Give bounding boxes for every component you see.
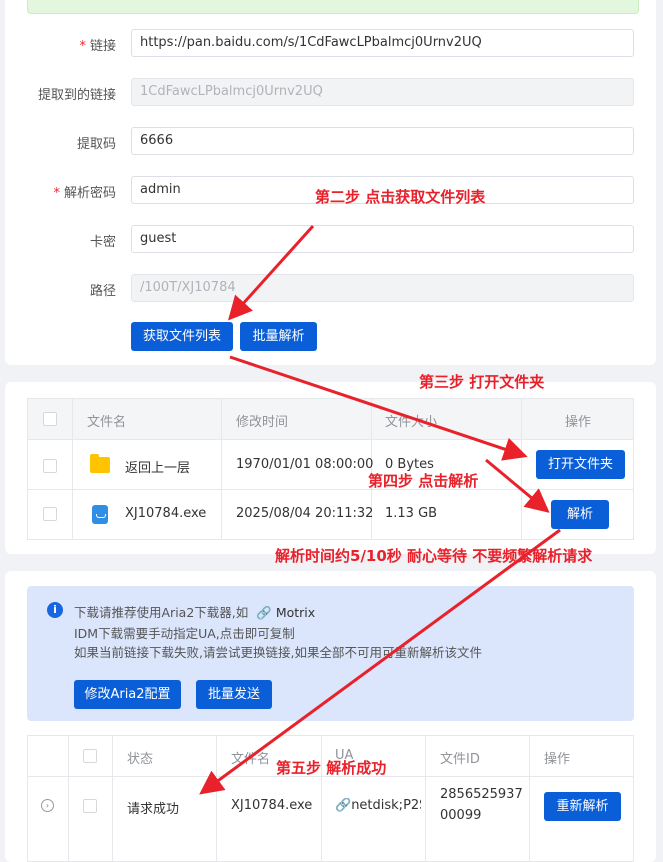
card-key-row: 卡密 guest — [5, 225, 656, 255]
result-file-name: XJ10784.exe — [231, 798, 313, 813]
file-table-header: 文件名 修改时间 文件大小 操作 — [28, 399, 633, 440]
download-info-box: i 下载请推荐使用Aria2下载器,如 🔗 Motrix IDM下载需要手动指定U… — [27, 586, 634, 721]
card-key-label: 卡密 — [89, 235, 116, 250]
file-modified: 1970/01/01 08:00:00 — [236, 457, 374, 472]
reparse-button[interactable]: 重新解析 — [544, 792, 621, 821]
file-name[interactable]: 返回上一层 — [125, 457, 190, 476]
aria2-config-button[interactable]: 修改Aria2配置 — [74, 680, 181, 709]
open-folder-button[interactable]: 打开文件夹 — [536, 450, 625, 479]
header-action: 操作 — [565, 415, 592, 430]
extracted-link-label: 提取到的链接 — [37, 88, 116, 103]
annotation-note: 解析时间约5/10秒 耐心等待 不要频繁解析请求 — [275, 547, 593, 565]
result-table: 状态 文件名 UA 文件ID 操作 › 请求成功 XJ10784.exe 🔗ne… — [27, 735, 634, 862]
annotation-step3: 第三步 打开文件夹 — [419, 373, 545, 391]
annotation-step2: 第二步 点击获取文件列表 — [315, 188, 486, 206]
get-file-list-button[interactable]: 获取文件列表 — [131, 322, 233, 351]
password-label: 解析密码 — [63, 186, 116, 201]
expand-row-icon[interactable]: › — [41, 799, 54, 812]
info-line-1: 下载请推荐使用Aria2下载器,如 — [74, 605, 249, 620]
result-file-id-line2: 00099 — [440, 808, 482, 823]
parse-button[interactable]: 解析 — [551, 500, 609, 529]
file-icon — [92, 505, 108, 524]
link-icon: 🔗 — [256, 605, 272, 620]
code-label: 提取码 — [76, 137, 116, 152]
code-row: 提取码 6666 — [5, 127, 656, 157]
file-modified: 2025/08/04 20:11:32 — [236, 506, 374, 521]
file-list-card: 文件名 修改时间 文件大小 操作 返回上一层 1970/01/01 08:00:… — [5, 382, 656, 554]
row-checkbox[interactable] — [43, 459, 57, 473]
row-checkbox[interactable] — [43, 507, 57, 521]
result-file-id-line1: 2856525937 — [440, 787, 523, 802]
required-mark: * — [53, 186, 60, 201]
success-banner — [27, 0, 639, 14]
header-status: 状态 — [127, 752, 154, 767]
header-action: 操作 — [544, 752, 571, 767]
path-label: 路径 — [89, 284, 116, 299]
folder-icon — [90, 454, 110, 473]
file-size: 1.13 GB — [385, 506, 438, 521]
result-card: i 下载请推荐使用Aria2下载器,如 🔗 Motrix IDM下载需要手动指定U… — [5, 571, 656, 862]
required-mark: * — [79, 39, 86, 54]
extracted-link-row: 提取到的链接 1CdFawcLPbalmcj0Urnv2UQ — [5, 78, 656, 108]
info-line-2: IDM下载需要手动指定UA,点击即可复制 — [74, 626, 295, 641]
path-row: 路径 /100T/XJ10784 — [5, 274, 656, 304]
parse-form-card: * 链接 https://pan.baidu.com/s/1CdFawcLPbal… — [5, 0, 656, 365]
link-row: * 链接 https://pan.baidu.com/s/1CdFawcLPbal… — [5, 29, 656, 59]
header-filename: 文件名 — [231, 752, 271, 767]
batch-parse-button[interactable]: 批量解析 — [240, 322, 317, 351]
extracted-link-input: 1CdFawcLPbalmcj0Urnv2UQ — [131, 78, 634, 106]
link-icon: 🔗 — [335, 798, 352, 813]
result-status: 请求成功 — [127, 802, 180, 817]
card-key-input[interactable]: guest — [131, 225, 634, 253]
info-icon: i — [47, 602, 63, 618]
path-input: /100T/XJ10784 — [131, 274, 634, 302]
file-table: 文件名 修改时间 文件大小 操作 返回上一层 1970/01/01 08:00:… — [27, 398, 634, 540]
select-all-checkbox[interactable] — [43, 412, 57, 426]
link-label: 链接 — [89, 39, 116, 54]
result-ua[interactable]: netdisk;P2SP; — [351, 798, 421, 813]
annotation-step5: 第五步 解析成功 — [276, 759, 387, 777]
header-size: 文件大小 — [385, 415, 438, 430]
file-name[interactable]: XJ10784.exe — [125, 506, 206, 521]
header-modified: 修改时间 — [236, 415, 289, 430]
header-file-id: 文件ID — [440, 752, 480, 767]
link-input[interactable]: https://pan.baidu.com/s/1CdFawcLPbalmcj0… — [131, 29, 634, 57]
select-all-checkbox[interactable] — [83, 749, 97, 763]
batch-send-button[interactable]: 批量发送 — [196, 680, 272, 709]
annotation-step4: 第四步 点击解析 — [368, 472, 479, 490]
row-checkbox[interactable] — [83, 799, 97, 813]
header-filename: 文件名 — [87, 415, 127, 430]
motrix-link[interactable]: Motrix — [276, 605, 315, 620]
code-input[interactable]: 6666 — [131, 127, 634, 155]
info-line-3: 如果当前链接下载失败,请尝试更换链接,如果全部不可用可重新解析该文件 — [74, 645, 482, 660]
